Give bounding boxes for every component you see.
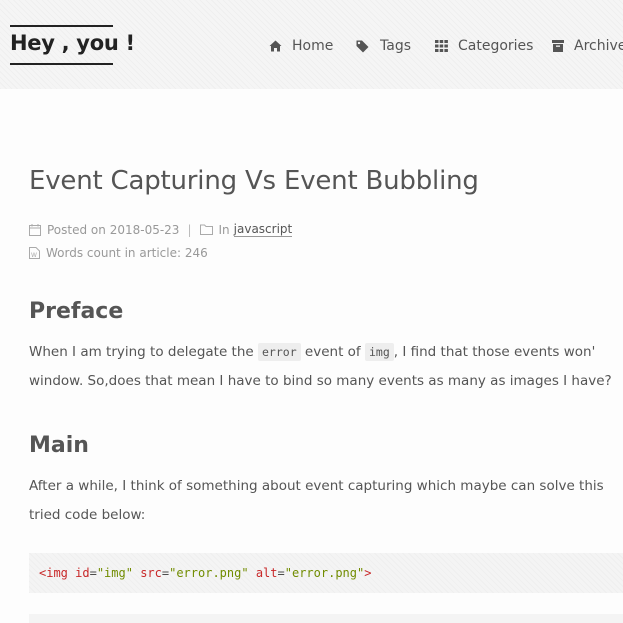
text-segment: , I find that those events won' (393, 344, 596, 360)
heading-main: Main (29, 433, 89, 458)
code-block-next (29, 614, 623, 623)
code-string: "error.png" (284, 566, 365, 580)
posted-date: 2018-05-23 (109, 222, 180, 237)
svg-text:W: W (31, 252, 37, 259)
meta-separator: | (187, 222, 192, 237)
archive-icon (552, 40, 564, 52)
code-eq: = (89, 566, 97, 580)
code-tag-open: <img (39, 566, 68, 580)
text-segment: event of (300, 344, 365, 360)
site-header: Hey , you ! Home Tags Categories Archive (0, 0, 623, 89)
code-attr: alt (255, 566, 278, 580)
paragraph-main-line-1: After a while, I think of something abou… (29, 478, 604, 494)
nav-item-label: Tags (380, 38, 411, 54)
nav-item-tags[interactable]: Tags (356, 36, 411, 56)
code-attr: src (140, 566, 162, 580)
post-title[interactable]: Event Capturing Vs Event Bubbling (29, 166, 479, 196)
nav-item-label: Archives (574, 38, 623, 54)
code-eq: = (277, 566, 285, 580)
code-block: <img id="img" src="error.png" alt="error… (29, 553, 623, 593)
nav-item-archives[interactable]: Archives (552, 36, 623, 56)
word-count-value: 246 (184, 246, 208, 260)
tags-icon (356, 40, 369, 52)
word-count-label: Words count in article: (46, 246, 182, 260)
post-meta: Posted on 2018-05-23 | In javascript (29, 222, 293, 237)
nav-item-home[interactable]: Home (269, 36, 333, 56)
in-prefix: In (218, 222, 230, 237)
inline-code-img: img (364, 343, 394, 361)
text-segment: When I am trying to delegate the (29, 344, 258, 360)
site-brand[interactable]: Hey , you ! (10, 25, 135, 65)
page: Hey , you ! Home Tags Categories Archive… (0, 0, 623, 623)
code-line: <img id="img" src="error.png" alt="error… (39, 566, 371, 580)
paragraph-preface-line-2: window. So,does that mean I have to bind… (29, 373, 612, 389)
paragraph-preface-line-1: When I am trying to delegate the error e… (29, 343, 596, 361)
folder-icon (199, 224, 213, 235)
code-string: "error.png" (169, 566, 249, 580)
file-word-icon: W (29, 247, 40, 259)
paragraph-main-line-2: tried code below: (29, 507, 146, 523)
code-tag-close: > (364, 566, 372, 580)
calendar-icon (29, 223, 41, 236)
word-count: W Words count in article: 246 (29, 246, 208, 260)
code-string: "img" (96, 566, 133, 580)
code-attr: id (75, 566, 90, 580)
grid-icon (435, 40, 448, 52)
posted-prefix: Posted on (47, 222, 106, 237)
category-link[interactable]: javascript (233, 222, 293, 237)
nav-item-categories[interactable]: Categories (435, 36, 533, 56)
nav-item-label: Home (292, 38, 334, 54)
heading-preface: Preface (29, 299, 124, 324)
home-icon (269, 40, 282, 52)
inline-code-error: error (258, 343, 301, 361)
site-title[interactable]: Hey , you ! (10, 31, 135, 55)
nav-item-label: Categories (458, 38, 534, 54)
